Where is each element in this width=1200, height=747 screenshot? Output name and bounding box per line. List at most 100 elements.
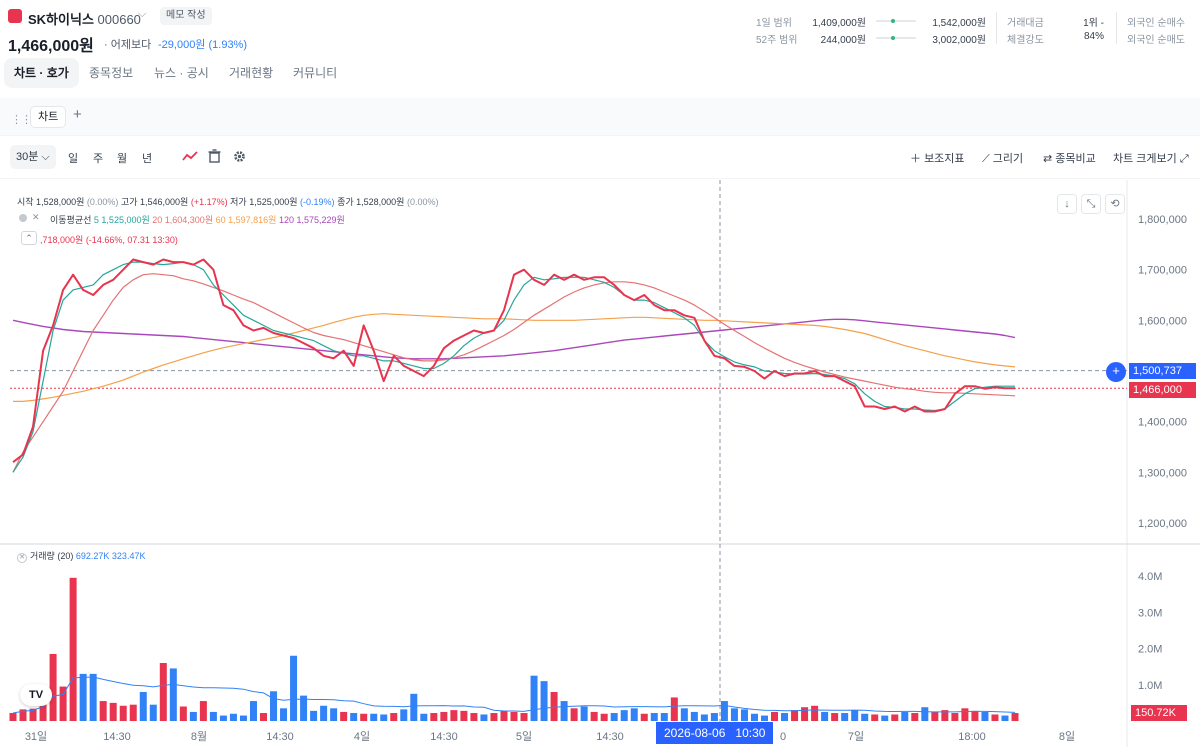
volume-bar xyxy=(139,692,147,721)
volume-bar xyxy=(370,713,378,721)
range-1d-low: 1,409,000원 xyxy=(812,18,866,29)
x-tick-label: 14:30 xyxy=(596,731,624,743)
volume-bar xyxy=(400,709,408,721)
draw-button[interactable]: ⟋ 그리기 xyxy=(982,150,1023,166)
ohlc-legend: 시작 1,528,000원 (0.00%) 고가 1,546,000원 (+1.… xyxy=(17,197,439,207)
arrow-down-icon[interactable]: ↓ xyxy=(1057,194,1077,214)
refresh-icon[interactable]: ⟲ xyxy=(1105,194,1125,214)
indicators-button[interactable]: ＋ 보조지표 xyxy=(910,150,965,166)
volume-bar xyxy=(69,577,77,721)
volume-bar xyxy=(660,713,668,721)
interval-select[interactable]: 30분 ⌵ xyxy=(10,145,56,169)
ma5-line xyxy=(12,261,1015,473)
volume-bar xyxy=(410,693,418,721)
volume-bar xyxy=(229,713,237,721)
foreign-buy-label: 외국인 순매수 xyxy=(1127,18,1185,29)
price-line xyxy=(12,258,1015,463)
strength-value: 84% xyxy=(1083,31,1104,42)
memo-button[interactable]: 메모 작성 xyxy=(160,7,212,25)
volume-bar xyxy=(480,714,488,721)
x-tick-label: 14:30 xyxy=(103,731,131,743)
volume-bar xyxy=(1011,713,1019,721)
chevron-down-icon[interactable]: ⌵ xyxy=(138,8,146,21)
x-tick-label: 0 xyxy=(780,731,786,743)
volume-bar xyxy=(310,710,318,721)
volume-bar xyxy=(620,710,628,721)
range-52w-low: 244,000원 xyxy=(820,35,866,46)
volume-bar xyxy=(720,701,728,721)
volume-bar xyxy=(801,707,809,721)
ma20-line xyxy=(12,273,1016,473)
volume-bar xyxy=(320,705,328,721)
stock-name[interactable]: SK하이닉스 000660 xyxy=(28,9,141,28)
tab-community[interactable]: 커뮤니티 xyxy=(293,58,337,88)
tab-news[interactable]: 뉴스 · 공시 xyxy=(154,58,209,88)
current-price: 1,466,000원 xyxy=(8,38,94,55)
x-tick-label: 18:00 xyxy=(958,731,986,743)
volume-bar xyxy=(771,711,779,721)
volume-bar xyxy=(881,715,889,721)
crosshair-date-tag: 2026-08-06 10:30 xyxy=(656,722,774,744)
volume-bar xyxy=(710,713,718,721)
range-52w-bar xyxy=(876,36,916,40)
price-chart[interactable]: 1,800,0001,700,0001,600,0001,500,0001,40… xyxy=(0,180,1200,747)
trade-amount-label: 거래대금 xyxy=(1007,18,1044,29)
volume-bar xyxy=(580,706,588,721)
period-day[interactable]: 일 xyxy=(68,150,78,166)
gear-icon[interactable] xyxy=(233,150,246,163)
close-icon[interactable]: ✕ xyxy=(17,553,27,563)
volume-bar xyxy=(1001,715,1009,721)
volume-bar xyxy=(59,686,67,721)
last-volume-tag: 150.72K xyxy=(1131,705,1187,721)
divider xyxy=(996,12,997,44)
volume-bar xyxy=(851,710,859,721)
collapse-icon[interactable]: ⤡ xyxy=(1081,194,1101,214)
volume-bar xyxy=(420,713,428,721)
period-week[interactable]: 주 xyxy=(93,150,103,166)
add-tab-button[interactable]: + xyxy=(73,106,82,123)
compare-button[interactable]: ⇄ 종목비교 xyxy=(1043,150,1096,166)
trash-icon[interactable] xyxy=(208,149,221,163)
volume-bar xyxy=(169,668,177,721)
add-alert-button[interactable]: + xyxy=(1106,362,1126,382)
divider xyxy=(1116,12,1117,44)
volume-bar xyxy=(360,713,368,721)
enlarge-button[interactable]: 차트 크게보기 ⤢ xyxy=(1113,150,1189,166)
volume-bar xyxy=(740,709,748,721)
volume-bar xyxy=(280,708,288,721)
volume-bar xyxy=(179,706,187,721)
volume-bar xyxy=(861,713,869,721)
period-month[interactable]: 월 xyxy=(117,150,127,166)
collapse-legend-button[interactable]: ⌃ xyxy=(21,231,37,245)
ma-legend: 이동평균선 5 1,525,000원 20 1,604,300원 60 1,59… xyxy=(50,215,345,225)
x-tick-label: 31일 xyxy=(25,729,47,743)
strength-label: 체결강도 xyxy=(1007,35,1044,46)
tab-chart[interactable]: 차트 · 호가 xyxy=(4,58,79,88)
tab-trades[interactable]: 거래현황 xyxy=(229,58,273,88)
volume-bar xyxy=(9,713,17,721)
period-year[interactable]: 년 xyxy=(142,150,152,166)
volume-tick-label: 4.0M xyxy=(1138,571,1162,583)
range-1d-bar xyxy=(876,19,916,23)
volume-bar xyxy=(209,711,217,721)
change-value: -29,000원 (1.93%) xyxy=(158,39,247,51)
tab-info[interactable]: 종목정보 xyxy=(89,58,133,88)
price-tick-label: 1,200,000 xyxy=(1138,518,1187,530)
volume-bar xyxy=(470,713,478,721)
x-tick-label: 8일 xyxy=(1059,729,1075,743)
eye-icon[interactable] xyxy=(19,214,27,222)
x-tick-label: 4일 xyxy=(354,729,370,743)
volume-bar xyxy=(811,705,819,721)
chart-tab[interactable]: 차트 xyxy=(30,106,67,128)
drag-handle-icon[interactable]: ⋮⋮ xyxy=(11,113,32,126)
x-tick-label: 5일 xyxy=(516,729,532,743)
volume-bar xyxy=(159,663,167,721)
volume-bar xyxy=(49,653,57,721)
range-1d-high: 1,542,000원 xyxy=(932,18,986,29)
crosshair-price-tag: 1,500,737 xyxy=(1129,363,1196,379)
volume-bar xyxy=(761,715,768,721)
volume-bar xyxy=(610,713,618,721)
line-chart-icon[interactable] xyxy=(182,150,198,162)
close-icon[interactable]: ✕ xyxy=(32,212,40,223)
volume-bar xyxy=(991,714,999,721)
